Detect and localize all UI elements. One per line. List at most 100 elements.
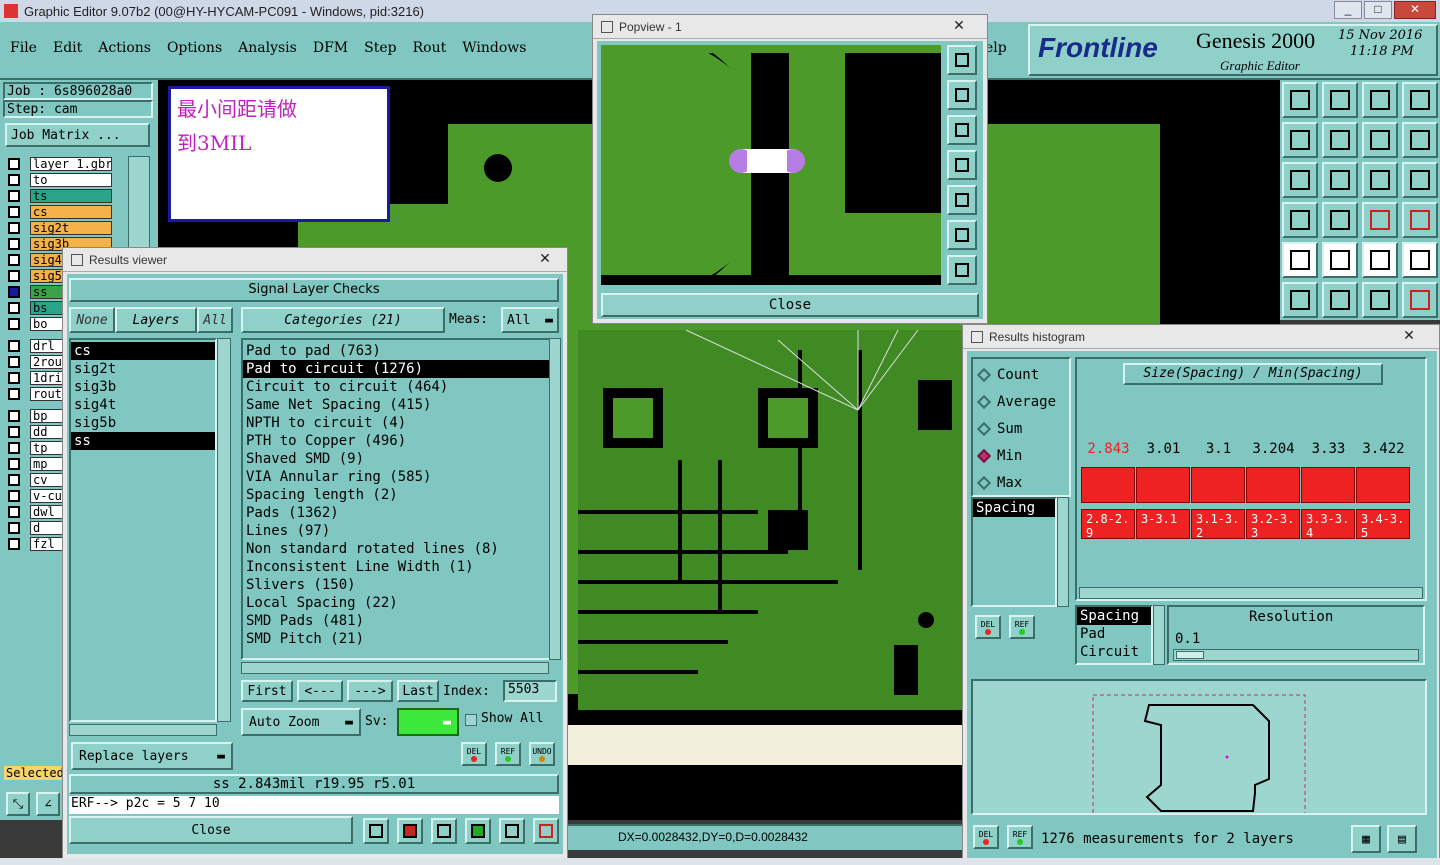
bar-range-label[interactable]: 3.1-3.2 — [1191, 509, 1245, 539]
layer-select-item[interactable]: sig4t — [71, 396, 215, 414]
bar-range-label[interactable]: 3-3.1 — [1136, 509, 1190, 539]
undo-icon[interactable]: UNDO — [529, 742, 555, 766]
layer-checkbox[interactable] — [8, 206, 20, 218]
category-item[interactable]: Shaved SMD (9) — [243, 450, 549, 468]
layer-checkbox[interactable] — [8, 410, 20, 422]
results-viewer-close-icon[interactable]: ✕ — [531, 250, 559, 266]
category-item[interactable]: Lines (97) — [243, 522, 549, 540]
mode-count[interactable]: Count — [973, 361, 1069, 388]
category-item[interactable]: Spacing length (2) — [243, 486, 549, 504]
layer-name[interactable]: ts — [30, 189, 112, 203]
fit-icon[interactable] — [1282, 162, 1318, 198]
show-all-checkbox[interactable] — [465, 714, 477, 726]
layer-name[interactable]: layer_1.gbr — [30, 157, 112, 171]
zoom-icon[interactable] — [1322, 162, 1358, 198]
layer-checkbox[interactable] — [8, 254, 20, 266]
layer-row[interactable]: sig2t — [4, 220, 126, 236]
net-icon[interactable] — [1282, 282, 1318, 318]
layer-name[interactable]: to — [30, 173, 112, 187]
circle-icon[interactable] — [1402, 242, 1438, 278]
bar-range-label[interactable]: 3.3-3.4 — [1301, 509, 1355, 539]
type-scrollbar[interactable] — [1153, 605, 1165, 665]
tool-select-icon[interactable]: ⤡ — [6, 792, 30, 816]
layer-name[interactable]: cs — [30, 205, 112, 219]
menu-step[interactable]: Step — [364, 40, 396, 56]
mode-sum[interactable]: Sum — [973, 415, 1069, 442]
close-window-button[interactable]: ✕ — [1394, 1, 1436, 19]
layer-checkbox[interactable] — [8, 442, 20, 454]
layer-select-list[interactable]: cs sig2t sig3b sig4t sig5b ss — [69, 338, 217, 722]
move-right-icon[interactable] — [1322, 122, 1358, 158]
layer-select-item[interactable]: sig3b — [71, 378, 215, 396]
layer-checkbox[interactable] — [8, 506, 20, 518]
move-left-icon[interactable] — [1282, 122, 1318, 158]
layer-checkbox[interactable] — [8, 318, 20, 330]
help-icon[interactable] — [1402, 162, 1438, 198]
histogram-bar[interactable] — [1246, 467, 1300, 503]
window-icon[interactable] — [1402, 82, 1438, 118]
layer-checkbox[interactable] — [8, 490, 20, 502]
marker-icon[interactable] — [363, 818, 389, 844]
category-item[interactable]: NPTH to circuit (4) — [243, 414, 549, 432]
arrow-icon[interactable] — [1402, 282, 1438, 318]
menu-options[interactable]: Options — [167, 40, 222, 56]
job-matrix-button[interactable]: Job Matrix ... — [5, 123, 150, 147]
connect-icon[interactable] — [1362, 282, 1398, 318]
del-icon[interactable]: DEL — [461, 742, 487, 766]
histogram-export-icon[interactable]: ▦ — [1351, 825, 1381, 853]
histogram-bar[interactable] — [1191, 467, 1245, 503]
layer-select-item[interactable]: sig5b — [71, 414, 215, 432]
shape-preview[interactable] — [971, 679, 1427, 830]
grid-icon[interactable] — [1322, 202, 1358, 238]
home-icon[interactable] — [1362, 82, 1398, 118]
pad-icon[interactable] — [1282, 242, 1318, 278]
category-item[interactable]: Inconsistent Line Width (1) — [243, 558, 549, 576]
category-item[interactable]: Local Spacing (22) — [243, 594, 549, 612]
bar-range-label[interactable]: 3.4-3.5 — [1356, 509, 1410, 539]
layer-select-hscrollbar[interactable] — [69, 724, 217, 736]
category-item[interactable]: SMD Pads (481) — [243, 612, 549, 630]
layer-checkbox[interactable] — [8, 222, 20, 234]
menu-windows[interactable]: Windows — [462, 40, 526, 56]
hist-ref-icon[interactable]: REF — [1009, 615, 1035, 639]
bar-range-label[interactable]: 2.8-2.9 — [1081, 509, 1135, 539]
index-input[interactable]: 5503 — [503, 680, 557, 702]
type-item[interactable]: Circuit — [1077, 643, 1151, 661]
all-layers-button[interactable]: All — [197, 307, 233, 333]
categories-button[interactable]: Categories (21) — [241, 307, 445, 333]
type-item[interactable]: Pad — [1077, 625, 1151, 643]
resolution-slider[interactable] — [1173, 649, 1419, 661]
pan-left-icon[interactable] — [947, 150, 977, 180]
measure-item[interactable]: Spacing — [973, 499, 1055, 517]
menu-actions[interactable]: Actions — [98, 40, 151, 56]
auto-zoom-dropdown[interactable]: Auto Zoom ▬ — [241, 708, 361, 736]
layer-checkbox[interactable] — [8, 340, 20, 352]
none-button[interactable]: None — [69, 307, 115, 333]
popview-close-button[interactable]: Close — [601, 293, 979, 317]
ref-off-icon[interactable] — [431, 818, 457, 844]
type-item[interactable]: Spacing — [1077, 607, 1151, 625]
menu-dfm[interactable]: DFM — [313, 40, 348, 56]
layer-checkbox[interactable] — [8, 190, 20, 202]
ref-icon[interactable]: REF — [495, 742, 521, 766]
histogram-bar[interactable] — [1301, 467, 1355, 503]
meas-dropdown[interactable]: All ▬ — [501, 307, 559, 333]
last-button[interactable]: Last — [397, 680, 439, 702]
layer-checkbox[interactable] — [8, 158, 20, 170]
mode-min[interactable]: Min — [973, 442, 1069, 469]
zoom-in-icon[interactable] — [947, 80, 977, 110]
histogram-close-icon[interactable]: ✕ — [1395, 327, 1423, 343]
swap-icon[interactable] — [1362, 122, 1398, 158]
cross-icon[interactable] — [1322, 282, 1358, 318]
align-icon[interactable] — [1402, 122, 1438, 158]
prev-button[interactable]: <--- — [297, 680, 343, 702]
category-item[interactable]: Non standard rotated lines (8) — [243, 540, 549, 558]
layer-select-scrollbar[interactable] — [217, 338, 231, 722]
histogram-type-list[interactable]: Spacing Pad Circuit — [1075, 605, 1153, 665]
layer-row[interactable]: ts — [4, 188, 126, 204]
layer-select-item[interactable]: sig2t — [71, 360, 215, 378]
move-up-icon[interactable] — [1282, 82, 1318, 118]
menu-rout[interactable]: Rout — [413, 40, 447, 56]
category-item[interactable]: Pads (1362) — [243, 504, 549, 522]
center-icon[interactable] — [947, 255, 977, 285]
